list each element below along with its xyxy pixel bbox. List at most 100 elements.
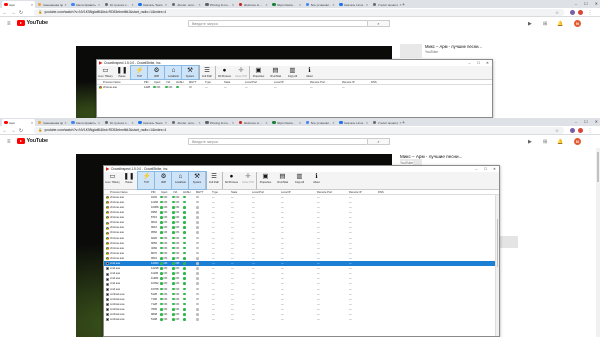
column-header[interactable]: Type xyxy=(205,81,211,84)
hamburger-menu-icon[interactable]: ≡ xyxy=(7,21,11,27)
tab-close-icon[interactable]: × xyxy=(366,121,368,125)
column-header[interactable]: Local Port xyxy=(252,191,264,194)
browser-tab[interactable]: 10 лучших с... × xyxy=(103,1,136,8)
virustotal-button[interactable]: ▤ VirusTotal xyxy=(274,172,291,189)
column-header[interactable]: HASH xyxy=(183,191,190,194)
live-history-button[interactable]: ▭ Live / History xyxy=(104,172,121,189)
tab-close-icon[interactable]: × xyxy=(232,3,234,7)
youtube-logo[interactable]: YouTube xyxy=(17,138,48,144)
browser-tab[interactable]: Скачать Team... × xyxy=(136,119,169,126)
column-header[interactable]: Inject xyxy=(154,81,160,84)
column-header[interactable]: Local Port xyxy=(245,81,257,84)
column-header[interactable]: Remote Port xyxy=(310,81,325,84)
column-header[interactable]: Local IP xyxy=(281,191,291,194)
live-history-button[interactable]: ▭ Live / History xyxy=(97,66,114,79)
search-input[interactable]: Введите запрос xyxy=(188,138,368,145)
column-header[interactable]: Remote IP xyxy=(342,81,355,84)
reload-icon[interactable]: ↻ xyxy=(18,128,24,134)
mix-title[interactable]: Микс – Арм - лучшие песни... xyxy=(425,44,482,49)
bookmark-star-icon[interactable]: ☆ xyxy=(555,10,559,16)
column-header[interactable]: State xyxy=(224,81,230,84)
table-row[interactable]: conhost.exe 5108 OK OK — — — — — — xyxy=(104,317,495,322)
hamburger-menu-icon[interactable]: ≡ xyxy=(7,139,11,145)
related-thumbnail[interactable] xyxy=(500,236,518,248)
search-input[interactable]: Введите запрос xyxy=(188,20,368,27)
about-button[interactable]: ℹ About xyxy=(308,172,325,189)
maximize-button[interactable]: ☐ xyxy=(584,1,588,6)
udp-button[interactable]: ⚙ UDP xyxy=(154,171,173,190)
column-header[interactable]: Remote Port xyxy=(317,191,332,194)
browser-tab[interactable]: Все установл... × xyxy=(304,1,337,8)
tab-close-icon[interactable]: × xyxy=(265,121,267,125)
search-button[interactable]: ⌕ xyxy=(368,20,390,27)
page-scrollbar[interactable] xyxy=(596,148,600,337)
column-header[interactable]: MHTT xyxy=(196,191,203,194)
browser-tab[interactable]: Все установл... × xyxy=(304,119,337,126)
browser-tab[interactable]: Pinning & ico... × xyxy=(203,119,236,126)
forward-icon[interactable]: → xyxy=(10,10,16,16)
bookmark-star-icon[interactable]: ☆ xyxy=(555,128,559,134)
column-header[interactable]: PID xyxy=(151,191,155,194)
back-icon[interactable]: ← xyxy=(2,10,8,16)
copy-all-button[interactable]: ▥ Copy All xyxy=(291,172,308,189)
apps-icon[interactable]: ⊞ xyxy=(543,21,547,27)
forward-icon[interactable]: → xyxy=(10,128,16,134)
tab-close-icon[interactable]: × xyxy=(232,121,234,125)
browser-tab[interactable]: Утилит монито...× xyxy=(371,1,404,8)
menu-icon[interactable]: ⋮ xyxy=(587,10,593,16)
notifications-icon[interactable]: 🔔 xyxy=(557,21,563,27)
tab-close-icon[interactable]: × xyxy=(64,3,66,7)
search-button[interactable]: ⌕ xyxy=(368,138,390,145)
tcp-button[interactable]: ⚡ TCP xyxy=(130,65,149,80)
new-tab-button[interactable]: + xyxy=(402,2,405,8)
browser-tab[interactable]: Как исправить... × xyxy=(69,119,102,126)
extension-icon[interactable] xyxy=(570,128,575,133)
extension-icon[interactable] xyxy=(570,10,575,15)
tab-close-icon[interactable]: × xyxy=(131,121,133,125)
localhost-button[interactable]: ⌂ Localhost xyxy=(171,171,190,190)
full-path-button[interactable]: ☰ Full Path xyxy=(199,66,216,79)
about-button[interactable]: ℹ About xyxy=(301,66,318,79)
camera-icon[interactable]: ▶ xyxy=(528,139,532,145)
column-header[interactable]: HASH xyxy=(176,81,183,84)
table-row[interactable]: chrome.exe 1228 OK OK — — — — — — xyxy=(97,85,488,90)
minimize-button[interactable]: – xyxy=(575,1,577,6)
browser-tab[interactable]: Pinning & ico... × xyxy=(203,1,236,8)
browser-tab[interactable]: Ubuntu: сети... × xyxy=(170,1,203,8)
column-header[interactable]: Process Name xyxy=(103,81,121,84)
new-tab-button[interactable]: + xyxy=(402,120,405,126)
column-header[interactable]: State xyxy=(231,191,237,194)
mix-title[interactable]: Микс – Арм - лучшие песни... xyxy=(400,154,463,159)
column-header[interactable]: Remote IP xyxy=(349,191,362,194)
tab-close-icon[interactable]: × xyxy=(98,3,100,7)
column-header[interactable]: MHTT xyxy=(189,81,196,84)
tab-close-icon[interactable]: × xyxy=(165,3,167,7)
tcp-button[interactable]: ⚡ TCP xyxy=(137,171,156,190)
column-header[interactable]: VIA xyxy=(173,191,177,194)
tab-close-icon[interactable]: × xyxy=(31,121,33,125)
tab-close-icon[interactable]: × xyxy=(265,3,267,7)
account-avatar[interactable]: N xyxy=(574,20,581,27)
system-button[interactable]: ⚒ System xyxy=(188,171,207,190)
browser-tab[interactable]: Welcome to ... × xyxy=(237,119,270,126)
browser-tab[interactable]: Смешанная пр...× xyxy=(36,1,69,8)
browser-tab[interactable]: Смешанная пр...× xyxy=(36,119,69,126)
tab-close-icon[interactable]: × xyxy=(366,3,368,7)
address-bar[interactable]: 🔒 youtube.com/watch?v=NV1K5Nglw8I&list=R… xyxy=(34,127,564,134)
browser-tab[interactable]: Утилит монито...× xyxy=(371,119,404,126)
tab-close-icon[interactable]: × xyxy=(198,3,200,7)
minimize-button[interactable]: – xyxy=(575,119,577,124)
process-list-scrollbar[interactable] xyxy=(495,195,499,336)
localhost-button[interactable]: ⌂ Localhost xyxy=(164,65,183,80)
column-header[interactable]: Local IP xyxy=(274,81,284,84)
column-header[interactable]: Process Name xyxy=(110,191,128,194)
column-header[interactable]: VIA xyxy=(166,81,170,84)
close-button[interactable]: ✕ xyxy=(595,1,598,6)
profile-avatar[interactable] xyxy=(578,128,583,133)
full-path-button[interactable]: ☰ Full Path xyxy=(206,172,223,189)
column-header[interactable]: Inject xyxy=(161,191,167,194)
browser-tab[interactable]: Welcome to ... × xyxy=(237,1,270,8)
camera-icon[interactable]: ▶ xyxy=(528,21,532,27)
virustotal-button[interactable]: ▤ VirusTotal xyxy=(267,66,284,79)
properties-button[interactable]: ▣ Properties xyxy=(257,172,274,189)
